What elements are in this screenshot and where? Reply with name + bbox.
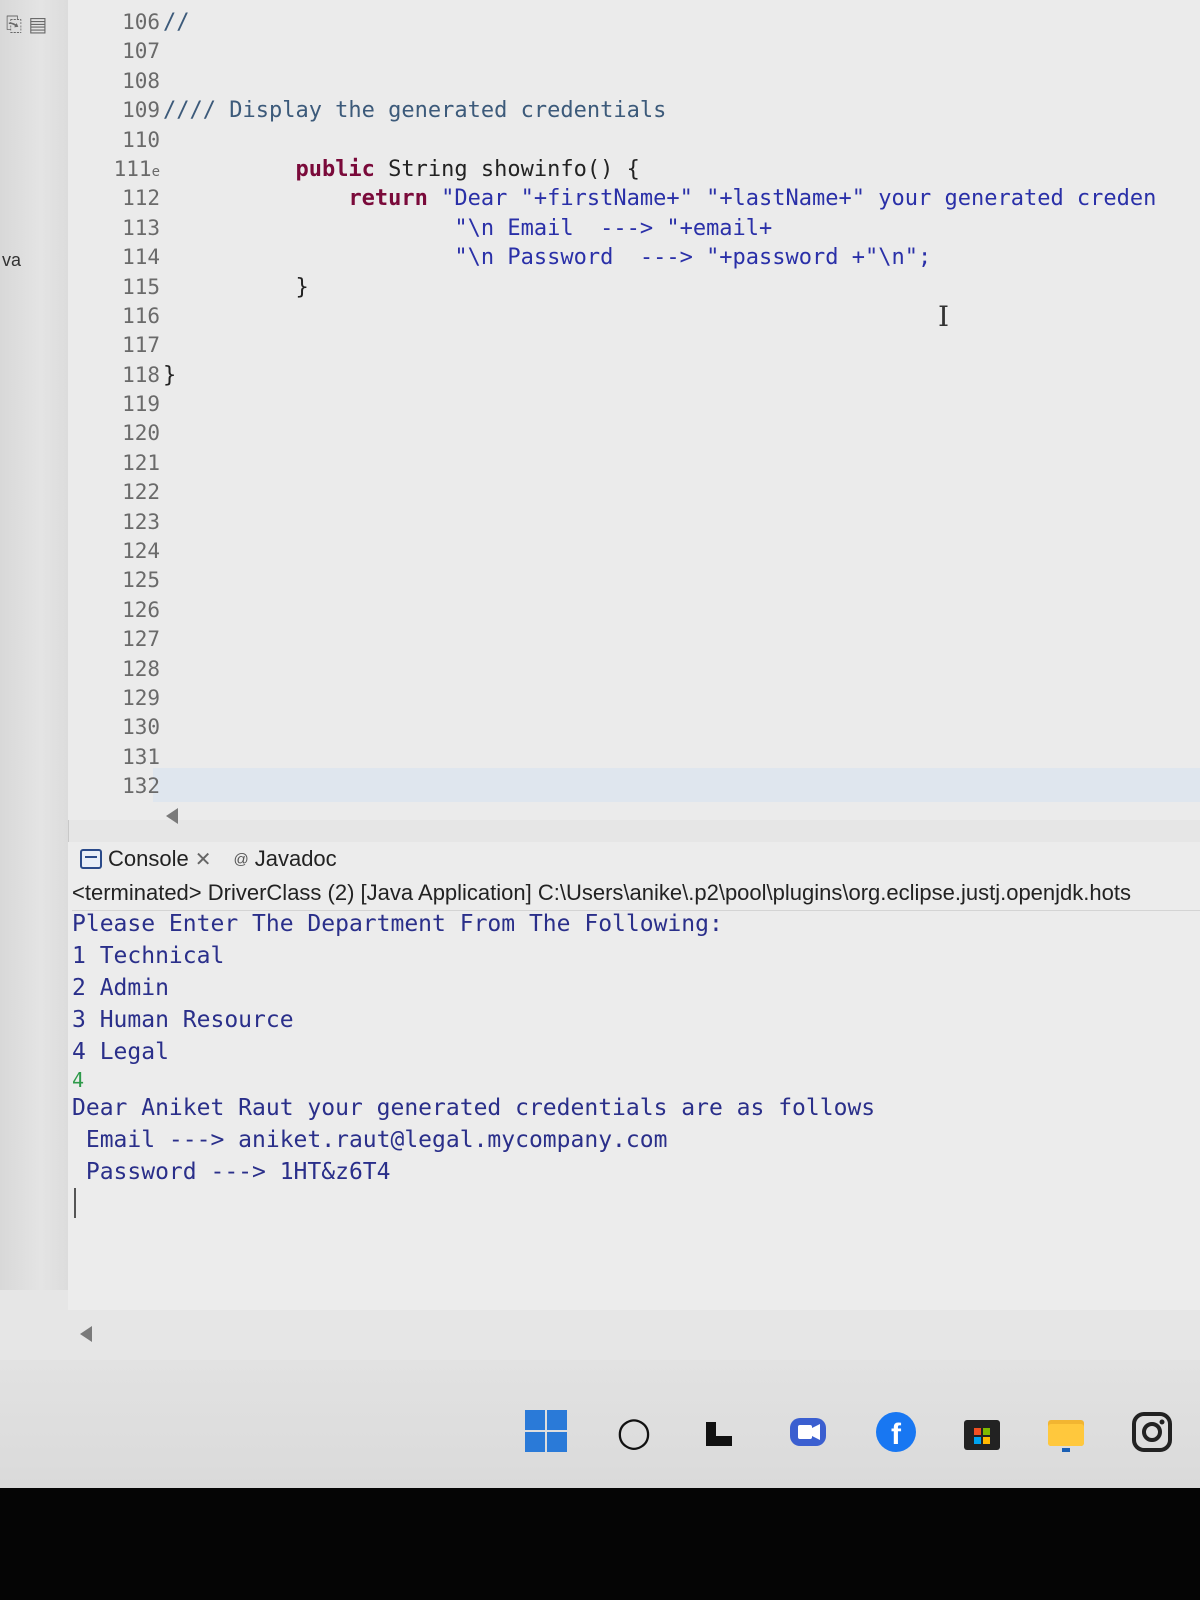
line-number: 112 — [122, 186, 160, 211]
tab-javadoc-label: Javadoc — [254, 846, 337, 871]
line-number: 130 — [122, 715, 160, 740]
fold-marker-icon[interactable]: e — [152, 164, 160, 180]
file-explorer-icon[interactable] — [1044, 1410, 1088, 1454]
line-number: 109 — [122, 98, 160, 123]
line-number: 129 — [122, 685, 160, 710]
line-number: 111e — [88, 155, 168, 184]
line-number-text: 111 — [113, 156, 152, 181]
code-line-114: "\n Password ---> "+password +"\n"; — [163, 243, 1200, 272]
line-number: 118 — [122, 362, 160, 387]
line-number: 120 — [122, 421, 160, 446]
string-expression: "\n Password ---> "+password +"\n"; — [454, 245, 932, 271]
code-text[interactable]: // //// Display the generated credential… — [163, 8, 1200, 390]
console-tabs: Console ✕ @ Javadoc — [80, 842, 337, 876]
console-panel[interactable]: Console ✕ @ Javadoc <terminated> DriverC… — [68, 842, 1200, 1342]
javadoc-icon: @ — [233, 850, 249, 868]
line-number: 106 — [122, 10, 160, 34]
tab-javadoc[interactable]: @ Javadoc — [233, 846, 336, 872]
line-number: 114 — [122, 245, 160, 270]
keyword-public: public — [295, 156, 375, 182]
string-expression: "Dear "+firstName+" "+lastName+" your ge… — [427, 186, 1157, 212]
current-line-highlight — [153, 768, 1200, 802]
output-line: 4 Legal — [72, 1039, 169, 1065]
input-caret — [74, 1188, 76, 1218]
line-number: 126 — [122, 597, 160, 622]
screen-bezel — [0, 1488, 1200, 1600]
code-line-111: public String showinfo() { — [163, 155, 1200, 184]
line-number: 122 — [122, 480, 160, 505]
line-number-gutter: 106 107 108 109 110 111e 112 113 114 115… — [88, 8, 168, 802]
code-editor[interactable]: 106 107 108 109 110 111e 112 113 114 115… — [68, 0, 1200, 824]
close-icon[interactable]: ✕ — [195, 847, 212, 872]
code-line-109: //// Display the generated credentials — [163, 96, 1200, 125]
console-output[interactable]: Please Enter The Department From The Fol… — [72, 908, 875, 1218]
store-icon[interactable] — [960, 1410, 1004, 1454]
line-number: 113 — [122, 215, 160, 240]
line-number: 119 — [122, 392, 160, 417]
user-input-line: 4 — [72, 1068, 85, 1092]
side-panel-label: va — [2, 250, 22, 270]
facebook-icon[interactable]: f — [874, 1410, 918, 1454]
line-number: 125 — [122, 568, 160, 593]
output-line: 1 Technical — [72, 943, 225, 969]
line-number: 128 — [122, 656, 160, 681]
tab-console-label: Console — [108, 846, 189, 871]
line-number: 132 — [122, 774, 160, 799]
line-number: 117 — [122, 333, 160, 358]
output-line: 3 Human Resource — [72, 1007, 294, 1033]
string-expression: "\n Email ---> "+email+ — [454, 215, 773, 241]
line-number: 116 — [122, 303, 160, 328]
output-line: Dear Aniket Raut your generated credenti… — [72, 1095, 876, 1121]
line-number: 124 — [122, 539, 160, 564]
text-cursor-icon: I — [938, 300, 950, 333]
output-line: 2 Admin — [72, 975, 169, 1001]
code-line-106: // — [163, 8, 1200, 37]
search-icon[interactable]: ○ — [612, 1409, 656, 1455]
teams-icon[interactable] — [786, 1410, 830, 1454]
line-number: 110 — [122, 127, 160, 152]
left-side-panel: ⎘ ▤ va — [0, 0, 69, 1290]
instagram-icon[interactable] — [1130, 1410, 1174, 1454]
code-line-118: } — [163, 361, 1200, 390]
scroll-left-icon[interactable] — [80, 1326, 92, 1342]
scroll-left-icon[interactable] — [166, 808, 178, 824]
panel-icons[interactable]: ⎘ ▤ — [6, 12, 47, 36]
output-line: Email ---> aniket.raut@legal.mycompany.c… — [72, 1127, 668, 1153]
windows-start-icon[interactable] — [525, 1410, 569, 1454]
comment: //// Display the generated credentials — [163, 98, 667, 124]
tab-console[interactable]: Console ✕ — [80, 846, 211, 872]
code-line-112: return "Dear "+firstName+" "+lastName+" … — [163, 184, 1200, 213]
comment: // — [163, 10, 190, 35]
closing-brace: } — [163, 362, 177, 388]
console-icon — [80, 849, 102, 869]
line-number: 131 — [122, 744, 160, 769]
taskbar: ○ f — [0, 1360, 1200, 1490]
svg-text:f: f — [891, 1418, 902, 1451]
line-number: 107 — [122, 39, 160, 64]
output-line: Please Enter The Department From The Fol… — [72, 911, 723, 937]
output-line: Password ---> 1HT&z6T4 — [72, 1159, 391, 1185]
console-status: <terminated> DriverClass (2) [Java Appli… — [72, 876, 1200, 911]
task-view-icon[interactable] — [698, 1410, 742, 1454]
line-number: 121 — [122, 450, 160, 475]
closing-brace: } — [295, 274, 309, 300]
line-number: 115 — [122, 274, 160, 299]
line-number: 127 — [122, 627, 160, 652]
keyword-return: return — [348, 186, 428, 212]
code-line-113: "\n Email ---> "+email+ — [163, 214, 1200, 243]
method-signature: String showinfo() { — [374, 156, 640, 182]
line-number: 108 — [122, 68, 160, 93]
code-line-115: } — [163, 273, 1200, 302]
line-number: 123 — [122, 509, 160, 534]
